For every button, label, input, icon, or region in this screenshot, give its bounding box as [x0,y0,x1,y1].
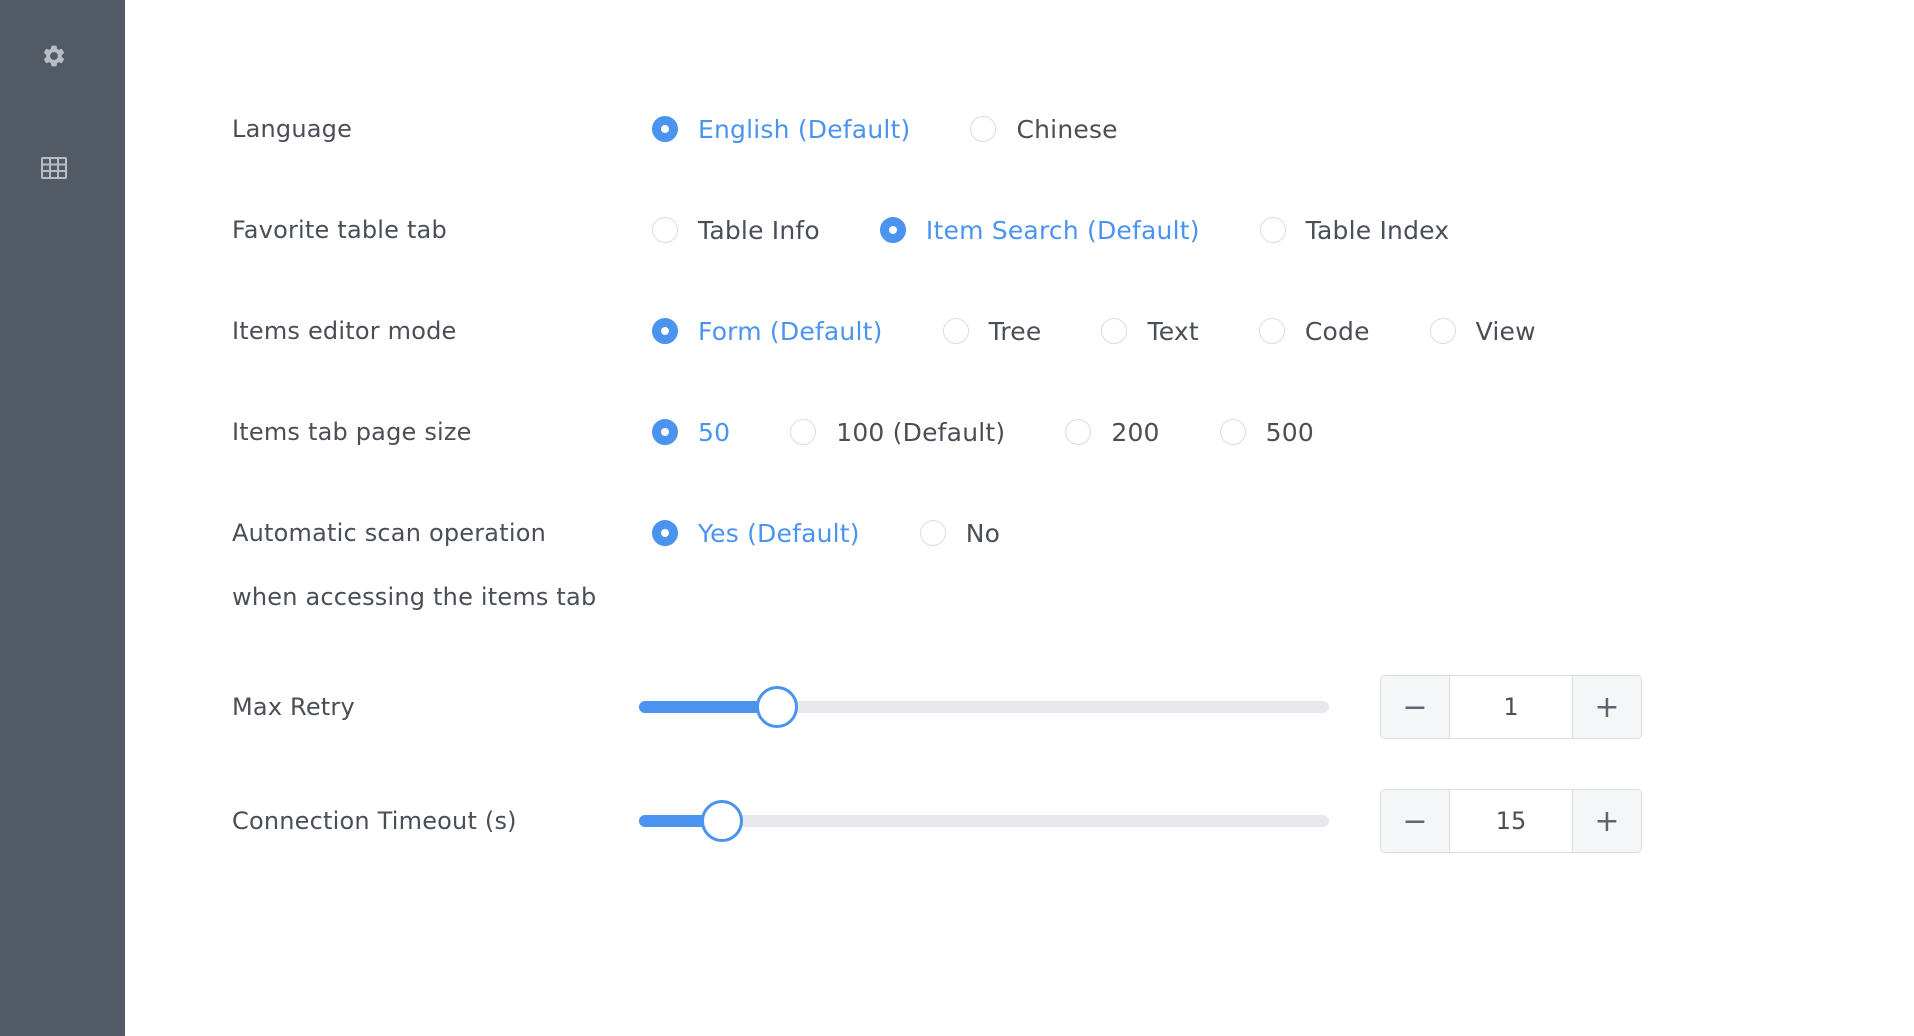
radio-label: No [965,518,1001,548]
radio-label: 100 (Default) [836,417,1006,447]
setting-label: Items editor mode [232,317,457,345]
radio-button[interactable] [652,318,678,344]
radio-200[interactable]: 200 [1065,418,1159,447]
radio-label: English (Default) [698,114,911,144]
radio-label: Chinese [1016,114,1118,144]
max-retry-slider[interactable] [639,686,1329,728]
radio-item-search[interactable]: Item Search (Default) [879,215,1200,245]
radio-view[interactable]: View [1429,316,1536,346]
radio-button[interactable] [942,318,969,344]
setting-label-line1: Automatic scan operation [232,519,546,547]
editor-mode-radio-group: Form (Default) Tree Text Code View [652,314,1596,348]
setting-max-retry: Max Retry − 1 + [232,675,1792,739]
setting-connection-timeout: Connection Timeout (s) − 15 + [232,789,1792,853]
max-retry-input[interactable]: 1 [1450,676,1572,738]
radio-label: Item Search (Default) [925,215,1200,245]
timeout-slider[interactable] [639,800,1329,842]
page-size-radio-group: 50 100 (Default) 200 500 [652,415,1374,449]
radio-no[interactable]: No [919,518,1001,548]
settings-app: Language English (Default) Chinese Favor… [0,0,1914,1036]
radio-button[interactable] [879,217,906,243]
table-icon [41,157,67,179]
radio-button[interactable] [652,419,678,445]
radio-button[interactable] [652,116,678,142]
radio-code[interactable]: Code [1258,316,1370,346]
radio-button[interactable] [1429,318,1456,344]
radio-label: 200 [1111,417,1160,447]
radio-button[interactable] [1101,318,1128,344]
increment-button[interactable]: + [1572,676,1641,738]
settings-panel: Language English (Default) Chinese Favor… [125,0,1914,1036]
setting-label: Automatic scan operation when accessing … [232,501,652,629]
slider-handle[interactable] [756,686,798,728]
gear-icon [43,45,65,67]
radio-label: 50 [698,417,731,447]
radio-100[interactable]: 100 (Default) [790,418,1005,447]
increment-button[interactable]: + [1572,790,1641,852]
radio-button[interactable] [652,217,678,243]
language-radio-group: English (Default) Chinese [652,112,1178,146]
radio-tree[interactable]: Tree [942,316,1042,346]
radio-label: Code [1304,316,1370,346]
radio-label: 500 [1265,417,1314,447]
timeout-input[interactable]: 15 [1450,790,1572,852]
timeout-stepper: − 15 + [1380,789,1642,853]
radio-button[interactable] [652,520,678,546]
setting-label: Favorite table tab [232,216,447,244]
radio-label: Form (Default) [698,316,883,346]
radio-50[interactable]: 50 [652,418,730,447]
max-retry-stepper: − 1 + [1380,675,1642,739]
radio-label: Table Info [698,215,820,245]
auto-scan-radio-group: Yes (Default) No [652,516,1060,550]
radio-chinese[interactable]: Chinese [970,114,1118,144]
radio-button[interactable] [970,116,997,142]
radio-label: Yes (Default) [698,518,860,548]
decrement-button[interactable]: − [1381,790,1450,852]
radio-table-index[interactable]: Table Index [1259,215,1450,245]
radio-button[interactable] [1259,217,1286,243]
radio-button[interactable] [790,419,817,445]
radio-button[interactable] [1065,419,1092,445]
radio-label: View [1475,316,1536,346]
setting-label: Items tab page size [232,418,472,446]
slider-handle[interactable] [700,800,743,842]
radio-yes[interactable]: Yes (Default) [652,519,860,548]
radio-button[interactable] [919,520,946,546]
sidebar-item-settings[interactable] [40,42,68,70]
setting-label: Max Retry [232,693,355,721]
radio-label: Text [1147,316,1199,346]
decrement-button[interactable]: − [1381,676,1450,738]
sidebar [0,0,125,1036]
setting-label: Connection Timeout (s) [232,807,517,835]
radio-form[interactable]: Form (Default) [652,317,883,346]
radio-table-info[interactable]: Table Info [652,216,820,245]
favorite-tab-radio-group: Table Info Item Search (Default) Table I… [652,213,1509,247]
sidebar-item-tables[interactable] [40,154,68,182]
setting-label: Language [232,115,353,143]
radio-english[interactable]: English (Default) [652,115,910,144]
radio-button[interactable] [1258,318,1285,344]
radio-500[interactable]: 500 [1219,417,1314,447]
setting-label-line2: when accessing the items tab [232,583,597,611]
radio-button[interactable] [1219,419,1246,445]
radio-text[interactable]: Text [1101,316,1199,346]
radio-label: Table Index [1305,215,1450,245]
radio-label: Tree [988,316,1042,346]
